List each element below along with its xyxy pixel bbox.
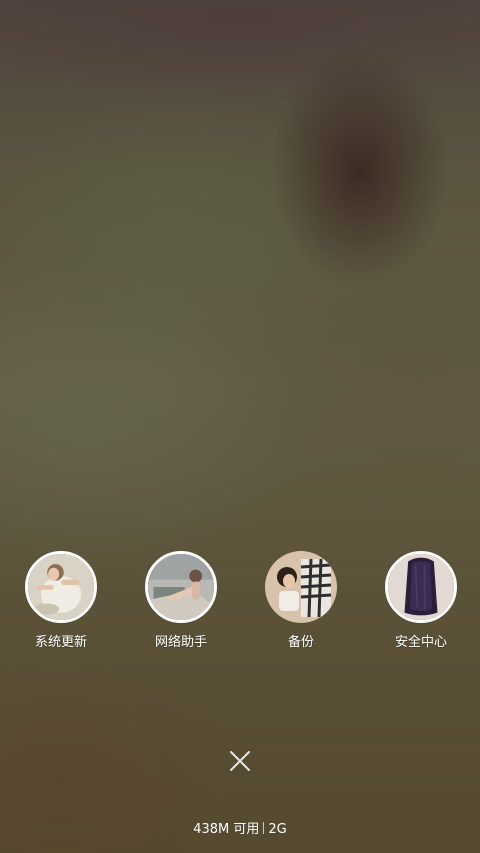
security-center-thumbnail-icon [385, 551, 457, 623]
shortcut-row: 系统更新 网络助手 备份 安全中心 [0, 551, 480, 661]
shortcut-system-update[interactable]: 系统更新 [6, 551, 116, 661]
close-button[interactable] [222, 743, 258, 779]
shortcut-label: 安全中心 [394, 635, 447, 650]
blurred-wallpaper-background [0, 0, 480, 853]
shortcut-network-assistant[interactable]: 网络助手 [126, 551, 236, 661]
memory-available: 438M 可用 [193, 822, 260, 837]
system-update-thumbnail-icon [25, 551, 97, 623]
memory-total: 2G [268, 822, 287, 837]
shortcut-label: 备份 [287, 635, 314, 650]
shortcut-label: 网络助手 [154, 635, 207, 650]
memory-divider [263, 822, 265, 834]
shortcut-backup[interactable]: 备份 [246, 551, 356, 661]
close-icon [230, 751, 250, 771]
memory-status: 438M 可用 2G [0, 818, 480, 837]
backup-thumbnail-icon [265, 551, 337, 623]
shortcut-security-center[interactable]: 安全中心 [366, 551, 476, 661]
network-assistant-thumbnail-icon [145, 551, 217, 623]
shortcut-label: 系统更新 [34, 635, 87, 650]
